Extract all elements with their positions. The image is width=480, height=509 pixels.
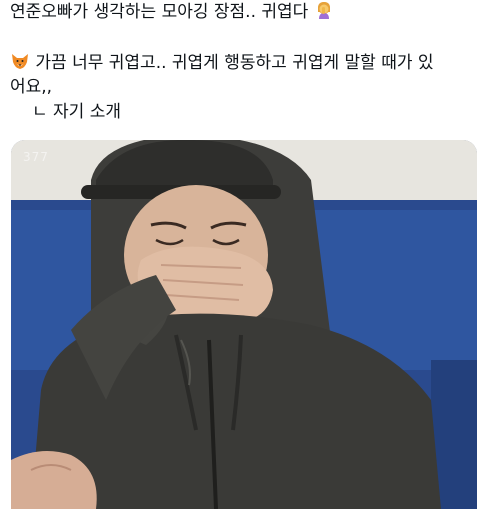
tweet-line-2: 가끔 너무 귀엽고.. 귀엽게 행동하고 귀엽게 말할 때가 있 bbox=[10, 51, 434, 75]
tweet-line-3: 어요,, bbox=[10, 77, 53, 97]
tweet-line-1: 연준오빠가 생각하는 모아깅 장점.. 귀엽다 bbox=[10, 0, 334, 24]
tweet-line-4: ㄴ 자기 소개 bbox=[32, 102, 122, 122]
fox-face-icon bbox=[12, 54, 28, 69]
media-illustration bbox=[11, 140, 477, 509]
woman-facepalming-icon bbox=[317, 2, 330, 19]
media-watermark: 377 bbox=[23, 150, 49, 164]
tweet-line-1-text: 연준오빠가 생각하는 모아깅 장점.. 귀엽다 bbox=[10, 2, 309, 22]
tweet-line-2-text: 가끔 너무 귀엽고.. 귀엽게 행동하고 귀엽게 말할 때가 있 bbox=[35, 53, 434, 73]
tweet-media-image[interactable]: 377 bbox=[11, 140, 477, 509]
